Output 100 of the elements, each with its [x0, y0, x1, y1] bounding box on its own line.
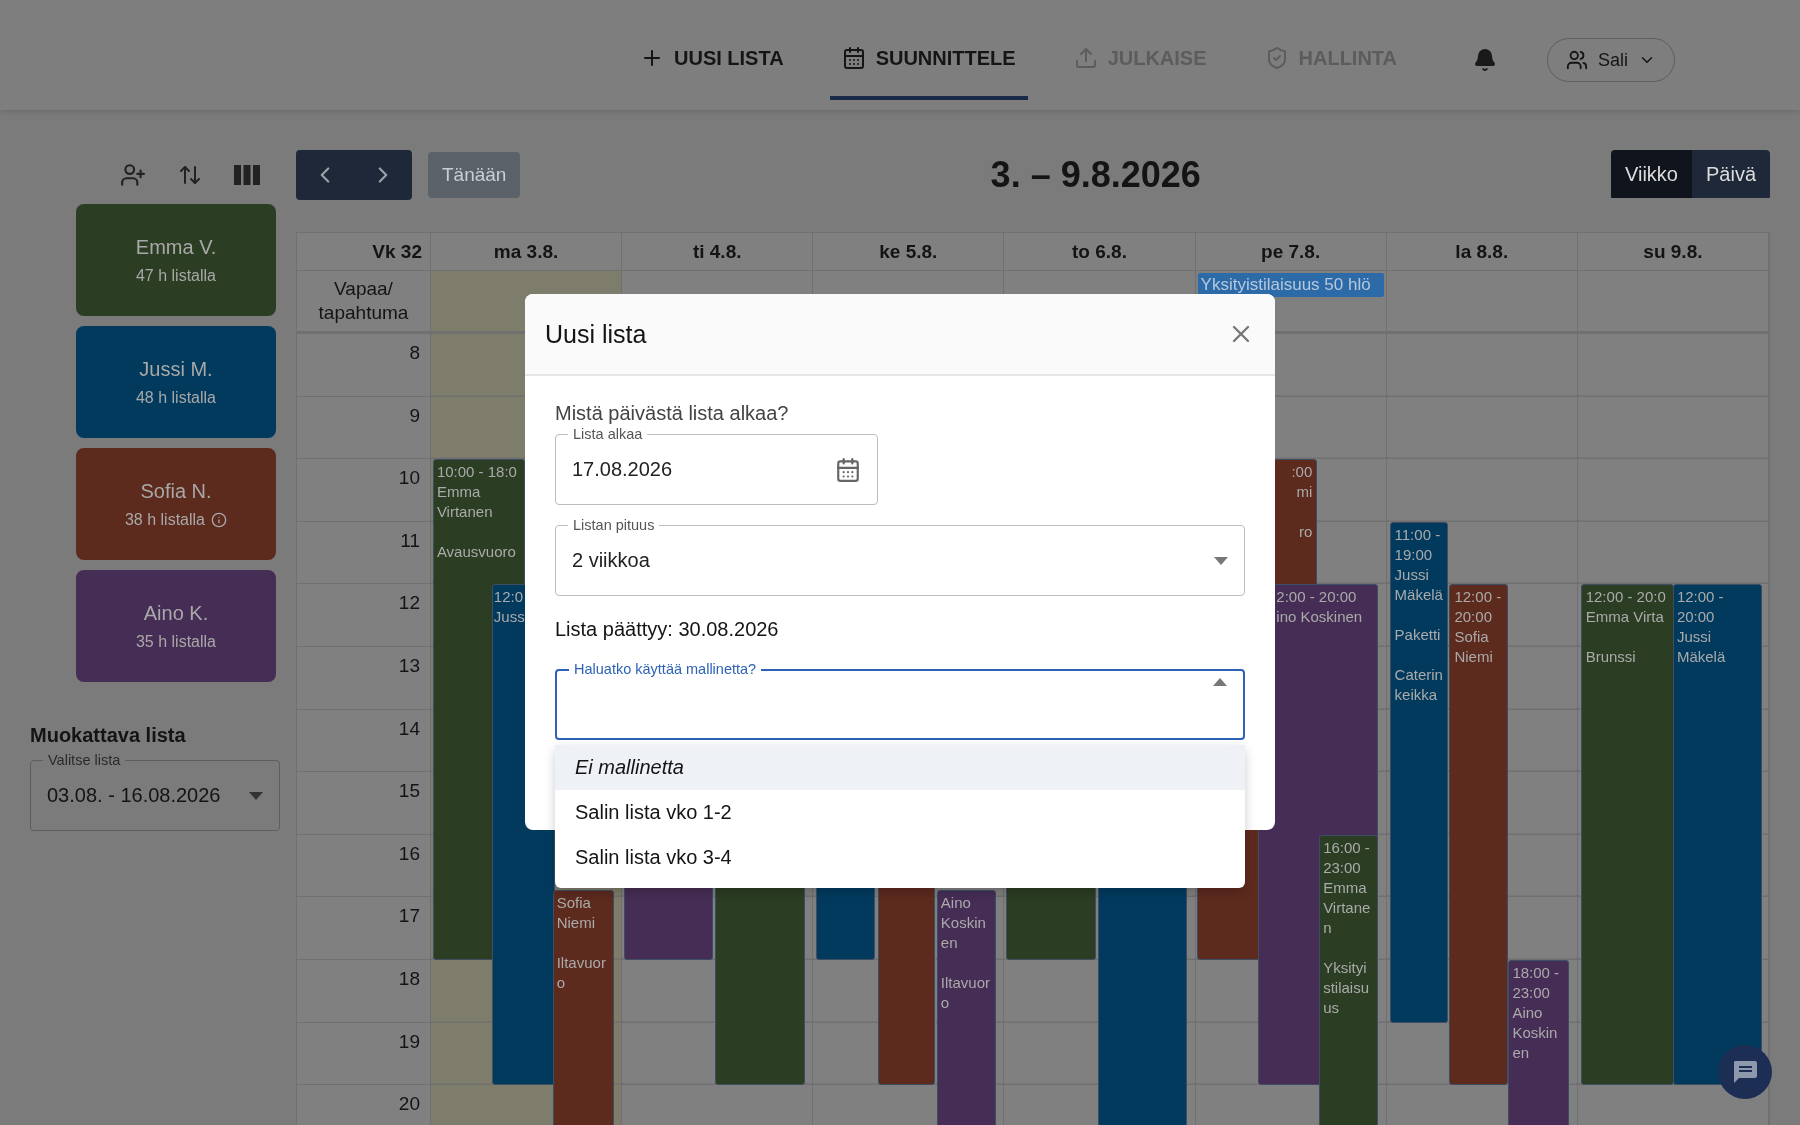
field-label: Valitse lista [47, 752, 122, 769]
caret-down-icon [1214, 556, 1228, 565]
shift-card[interactable]: 12:00 - 20:0 Emma Virta Brunssi [1580, 584, 1674, 1086]
shift-note: Iltavuoro [556, 952, 607, 993]
hour-label: 19 [297, 1022, 430, 1086]
shift-employee: Emma Virtanen [1323, 877, 1372, 938]
template-select[interactable]: Haluatko käyttää mallinetta? [555, 661, 1245, 740]
shift-time: 11:00 - 19:00 [1394, 524, 1442, 565]
hour-label: 10 [297, 459, 430, 522]
hour-label: 13 [297, 646, 430, 710]
shift-time: 12:0 [493, 587, 525, 608]
shift-note: Avausvuoro [436, 542, 517, 563]
hour-label: 15 [297, 772, 430, 835]
shift-employee: Emma Virtanen [436, 482, 494, 523]
hour-label: 20 [297, 1085, 430, 1125]
shift-time: 10:00 - 18:0 [436, 462, 518, 483]
users-icon [1566, 49, 1589, 71]
all-day-event[interactable]: Yksityistilaisuus 50 hlö [1197, 273, 1384, 297]
field-value: 03.08. - 16.08.2026 [47, 784, 221, 807]
menu-item[interactable]: Salin lista vko 3-4 [555, 835, 1245, 880]
shift-note: Iltavuoro [940, 972, 991, 1013]
field-value: 17.08.2026 [572, 458, 673, 481]
shift-note: Paketti [1394, 624, 1442, 645]
hour-label: 17 [297, 897, 430, 960]
hour-label: 8 [297, 334, 430, 397]
shift-employee: Sofia Niemi [1454, 627, 1494, 668]
list-select[interactable]: Valitse lista 03.08. - 16.08.2026 [30, 752, 280, 831]
shift-note: Brunssi [1585, 647, 1637, 668]
hours-text: 38 h listalla [124, 510, 205, 529]
hour-label: 14 [297, 709, 430, 773]
field-label: Listan pituus [572, 517, 656, 534]
shift-time: 16:00 - 23:00 [1323, 837, 1371, 878]
shift-time: 12:00 - 20:0 [1585, 587, 1667, 608]
hour-label: 11 [297, 521, 430, 585]
shift-employee: Jussi Mäkelä [1394, 564, 1444, 605]
shift-employee: ino Koskinen [1276, 607, 1364, 628]
shift-employee: Aino Koskinen [1512, 1003, 1559, 1063]
field-value: 2 viikkoa [572, 549, 650, 572]
view-toggle[interactable]: Päivä [1691, 150, 1770, 198]
employee-name: Emma V. [135, 235, 217, 259]
hours-text: 35 h listalla [135, 632, 216, 651]
calendar-icon [841, 46, 866, 70]
menu-item[interactable]: Ei mallinetta [555, 745, 1245, 790]
section-title: Muokattava lista [30, 724, 187, 747]
shift-time: 18:00 - 23:00 [1512, 963, 1561, 1003]
shift-card[interactable]: Aino Koskinen Iltavuoro [936, 889, 996, 1125]
shift-time: :00 [1291, 462, 1313, 483]
employee-name: Aino K. [143, 601, 209, 625]
shift-card[interactable]: 12:00 - 20:00 Jussi Mäkelä [1672, 584, 1763, 1086]
menu-item[interactable]: Salin lista vko 1-2 [555, 790, 1245, 835]
view-toggle[interactable]: Viikko [1610, 150, 1692, 198]
add-person-icon[interactable] [120, 162, 146, 188]
shift-note: Yksityistilaisuus [1323, 957, 1370, 1018]
dialog-title: Uusi lista [545, 319, 647, 349]
shift-time: 12:00 - 20:00 [1454, 587, 1503, 628]
caret-down-icon [249, 791, 263, 800]
sort-icon[interactable] [178, 163, 202, 187]
length-select[interactable]: Listan pituus 2 viikkoa [555, 517, 1245, 596]
shift-card[interactable]: 11:00 - 19:00 Jussi Mäkelä Paketti Caterin keikka [1389, 521, 1449, 1023]
employee-card[interactable]: Aino K. 35 h listalla [76, 570, 276, 682]
hours-text: 48 h listalla [135, 388, 216, 407]
nav-tab[interactable]: UUSI LISTA [628, 20, 796, 100]
shift-employee: Emma Virta [1585, 607, 1665, 628]
shift-card[interactable]: Sofia Niemi Iltavuoro [552, 889, 614, 1125]
employee-name: Sofia N. [140, 479, 212, 503]
bell-icon [1473, 48, 1498, 72]
hour-label: 12 [297, 584, 430, 647]
upload-icon [1073, 46, 1098, 70]
shift-note: ro [1298, 522, 1313, 543]
shift-employee: mi [1296, 482, 1313, 503]
shift-employee: Jussi Mäkelä [1676, 627, 1727, 668]
nav-tab[interactable]: SUUNNITTELE [829, 20, 1028, 100]
shift-card[interactable]: 12:00 - 20:00 Sofia Niemi [1449, 584, 1509, 1086]
field-label: Haluatko käyttää mallinetta? [573, 661, 758, 678]
dialog-question: Mistä päivästä lista alkaa? [555, 402, 790, 424]
date-field[interactable]: Lista alkaa 17.08.2026 [555, 426, 878, 505]
calendar-icon[interactable] [835, 456, 861, 483]
shift-employee: Aino Koskinen [940, 892, 987, 953]
employee-name: Jussi M. [139, 357, 213, 381]
field-label: Lista alkaa [572, 426, 644, 443]
shift-time: 12:00 - 20:00 [1676, 587, 1725, 628]
employee-card[interactable]: Emma V. 47 h listalla [76, 204, 276, 316]
columns-icon[interactable] [234, 164, 260, 186]
employee-card[interactable]: Jussi M. 48 h listalla [76, 326, 276, 438]
week-number: Vk 32 [297, 233, 431, 271]
hours-text: 47 h listalla [135, 266, 216, 285]
hour-label: 18 [297, 959, 430, 1023]
hour-label: 9 [297, 396, 430, 460]
employee-card[interactable]: Sofia N. 38 h listalla [76, 448, 276, 560]
shift-employee: Sofia Niemi [556, 892, 597, 933]
end-date-text: Lista päättyy: 30.08.2026 [555, 618, 780, 641]
shift-employee: Juss [493, 607, 526, 628]
week-title: 3. – 9.8.2026 [989, 154, 1202, 196]
shift-note: Caterin keikka [1394, 664, 1444, 705]
chat-icon [1732, 1060, 1758, 1084]
hour-label: 16 [297, 834, 430, 898]
location-dropdown[interactable]: Sali [1547, 38, 1676, 82]
shift-time: 2:00 - 20:00 [1276, 587, 1358, 608]
shift-card[interactable]: 18:00 - 23:00 Aino Koskinen [1508, 960, 1570, 1125]
shift-card[interactable]: 16:00 - 23:00 Emma Virtanen Yksityistilaisuus [1319, 834, 1379, 1125]
